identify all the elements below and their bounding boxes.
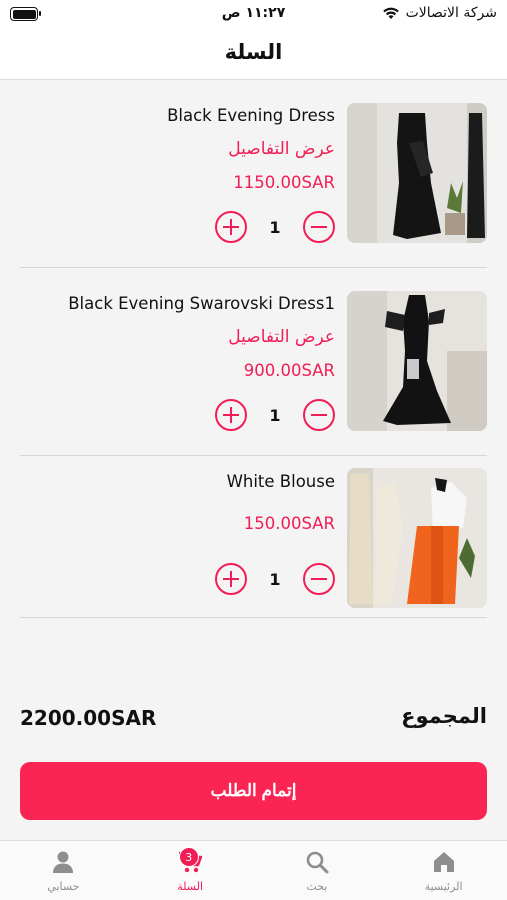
- item-price: 1150.00SAR: [233, 173, 335, 192]
- cart-item: Black Evening Dress عرض التفاصيل 1150.00…: [20, 80, 487, 268]
- tab-label: بحث: [306, 880, 328, 893]
- quantity-value: 1: [269, 569, 281, 589]
- item-name: White Blouse: [226, 472, 335, 491]
- user-icon: [53, 851, 74, 873]
- view-details-link[interactable]: عرض التفاصيل: [35, 139, 335, 163]
- item-price: 150.00SAR: [243, 514, 335, 533]
- tab-bar: الرئيسية بحث 3 السلة حسابي: [0, 840, 507, 900]
- home-icon: [433, 852, 454, 872]
- tab-cart[interactable]: 3 السلة: [127, 841, 254, 900]
- increase-quantity-button[interactable]: [215, 399, 247, 431]
- quantity-stepper: 1: [215, 398, 335, 432]
- total-row: 2200.00SAR المجموع: [20, 702, 487, 736]
- product-image[interactable]: [347, 103, 487, 243]
- quantity-value: 1: [269, 217, 281, 237]
- decrease-quantity-button[interactable]: [303, 399, 335, 431]
- quantity-stepper: 1: [215, 562, 335, 596]
- increase-quantity-button[interactable]: [215, 563, 247, 595]
- cart-count-badge: 3: [178, 847, 199, 867]
- quantity-value: 1: [269, 405, 281, 425]
- item-info: Black Evening Swarovski Dress1 عرض التفا…: [35, 294, 335, 385]
- tab-label: الرئيسية: [424, 880, 463, 893]
- item-info: White Blouse 150.00SAR: [35, 472, 335, 538]
- increase-quantity-button[interactable]: [215, 211, 247, 243]
- item-price: 900.00SAR: [243, 361, 335, 380]
- page-title: السلة: [224, 40, 283, 64]
- item-name: Black Evening Dress: [167, 106, 335, 125]
- cart-item: Black Evening Swarovski Dress1 عرض التفا…: [20, 268, 487, 456]
- total-amount: 2200.00SAR: [20, 706, 157, 730]
- cart-item: White Blouse 150.00SAR 1: [20, 456, 487, 618]
- item-info: Black Evening Dress عرض التفاصيل 1150.00…: [35, 106, 335, 197]
- wifi-icon: [382, 7, 399, 19]
- decrease-quantity-button[interactable]: [303, 563, 335, 595]
- tab-search[interactable]: بحث: [254, 841, 381, 900]
- product-image[interactable]: [347, 468, 487, 608]
- nav-header: السلة: [0, 30, 507, 80]
- tab-home[interactable]: الرئيسية: [380, 841, 507, 900]
- cart-list: Black Evening Dress عرض التفاصيل 1150.00…: [0, 80, 507, 618]
- checkout-button[interactable]: إتمام الطلب: [20, 762, 487, 820]
- total-label: المجموع: [401, 704, 487, 728]
- tab-label: السلة: [177, 880, 204, 893]
- view-details-link[interactable]: عرض التفاصيل: [35, 327, 335, 351]
- quantity-stepper: 1: [215, 210, 335, 244]
- carrier-name: شركة الاتصالات: [405, 5, 497, 21]
- product-image[interactable]: [347, 291, 487, 431]
- tab-label: حسابي: [47, 880, 80, 893]
- decrease-quantity-button[interactable]: [303, 211, 335, 243]
- tab-account[interactable]: حسابي: [0, 841, 127, 900]
- search-icon: [306, 851, 329, 874]
- status-carrier: شركة الاتصالات: [382, 5, 497, 21]
- status-bar: ١١:٢٧ ص شركة الاتصالات: [0, 0, 507, 30]
- item-name: Black Evening Swarovski Dress1: [68, 294, 335, 313]
